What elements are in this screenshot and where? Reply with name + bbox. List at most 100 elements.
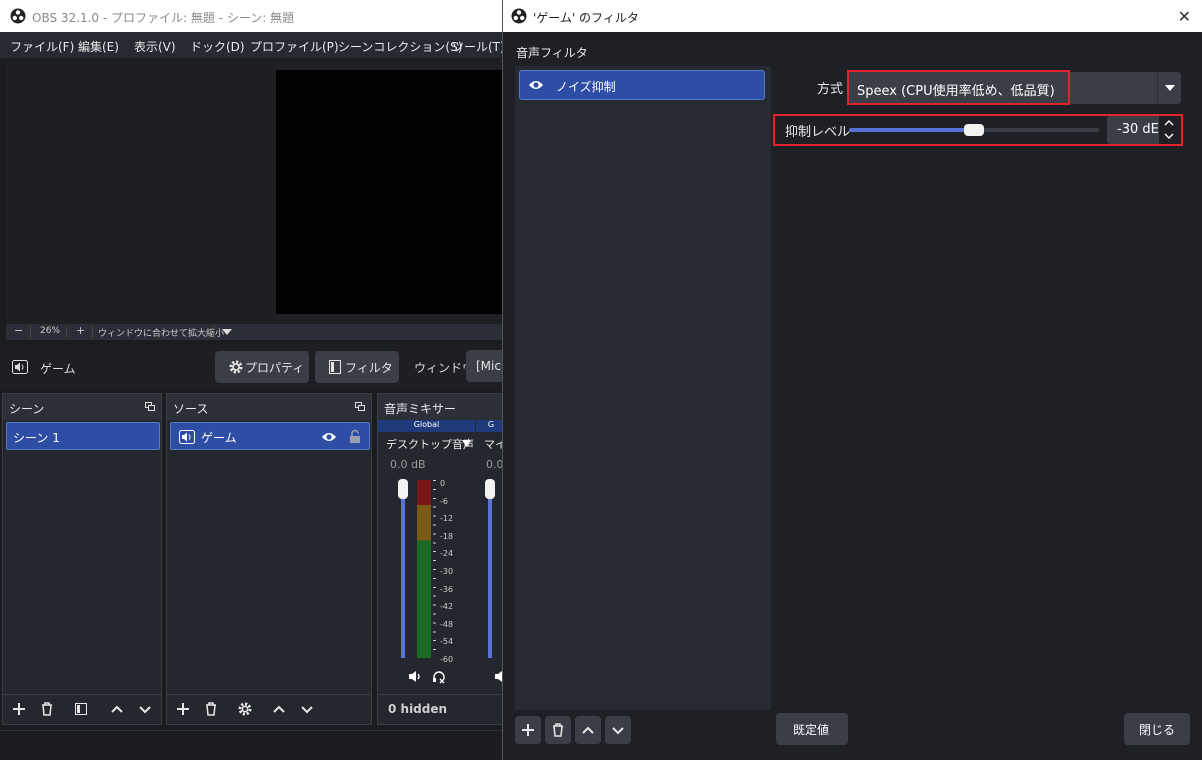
channel-name[interactable]: デスクトップ音声 <box>386 436 474 452</box>
menu-profile[interactable]: プロファイル(P) <box>250 38 339 55</box>
source-item-label: ゲーム <box>201 431 237 445</box>
undock-icon[interactable] <box>145 402 155 411</box>
zoom-fit-label[interactable]: ウィンドウに合わせて拡大縮小 <box>98 326 224 339</box>
move-filter-down-button[interactable] <box>605 716 631 744</box>
trash-icon[interactable] <box>203 701 219 717</box>
obs-logo-icon <box>511 8 527 24</box>
source-item[interactable]: ゲーム <box>170 422 370 450</box>
sources-dock-title: ソース <box>173 402 209 416</box>
filter-list: ノイズ抑制 <box>515 66 771 710</box>
zoom-out-button[interactable]: − <box>14 324 23 337</box>
lock-icon[interactable] <box>349 429 361 444</box>
source-context-bar: ゲーム プロパティ フィルタ ウィンドウ [Mic <box>0 344 510 390</box>
chevron-up-icon[interactable] <box>271 701 287 717</box>
close-button-label: 閉じる <box>1139 723 1176 737</box>
dialog-title: 'ゲーム' のフィルタ <box>533 11 639 25</box>
chevron-up-icon[interactable] <box>109 701 125 717</box>
filter-item[interactable]: ノイズ抑制 <box>519 70 765 100</box>
channel-header: Global <box>378 420 475 432</box>
sources-dock: ソース ゲーム <box>166 393 372 725</box>
window-label: ウィンドウ <box>414 361 475 375</box>
meter-scale-label: -54 <box>440 637 454 647</box>
menu-edit[interactable]: 編集(E) <box>78 38 119 55</box>
window-select-value: [Mic <box>476 359 501 373</box>
menu-dock[interactable]: ドック(D) <box>190 38 245 55</box>
zoom-bar: − 26% + ウィンドウに合わせて拡大縮小 <box>6 324 506 340</box>
status-bar <box>0 730 510 760</box>
meter-scale-label: -12 <box>440 514 454 524</box>
hidden-count[interactable]: 0 hidden <box>388 702 447 716</box>
meter-ticks <box>433 480 436 658</box>
menu-file[interactable]: ファイル(F) <box>10 38 74 55</box>
plus-icon[interactable] <box>11 701 27 717</box>
meter-scale-label: -48 <box>440 619 454 629</box>
filter-item-label: ノイズ抑制 <box>556 80 616 94</box>
speaker-icon[interactable] <box>408 670 422 683</box>
meter-scale-label: -60 <box>440 655 454 664</box>
volume-slider-knob[interactable] <box>398 479 408 499</box>
volume-track[interactable] <box>401 490 405 658</box>
plus-icon <box>522 724 534 736</box>
meter-scale-label: -24 <box>440 549 454 559</box>
zoom-in-button[interactable]: + <box>76 324 85 337</box>
headphone-icon[interactable] <box>432 670 446 684</box>
meter-scale-label: -18 <box>440 531 454 541</box>
chevron-down-icon[interactable] <box>299 701 315 717</box>
meter-scale-label: -6 <box>440 496 448 506</box>
audio-filters-label: 音声フィルタ <box>516 46 588 60</box>
close-button[interactable]: 閉じる <box>1124 713 1190 745</box>
filter-icon <box>329 360 341 374</box>
filter-dialog: 'ゲーム' のフィルタ ✕ 音声フィルタ ノイズ抑制 方式 Speex (CPU… <box>502 0 1202 760</box>
gear-icon <box>229 360 243 374</box>
close-icon[interactable]: ✕ <box>1178 7 1191 26</box>
defaults-button-label: 既定値 <box>793 723 830 737</box>
properties-button-label: プロパティ <box>245 361 305 375</box>
undock-icon[interactable] <box>355 402 365 411</box>
audio-mixer-dock: 音声ミキサー Global G デスクトップ音声 マイ 0.0 dB 0.0 0… <box>377 393 506 725</box>
meter-scale-label: -36 <box>440 584 454 594</box>
zoom-value: 26% <box>40 326 61 336</box>
volume-track[interactable] <box>488 490 492 658</box>
plus-icon[interactable] <box>175 701 191 717</box>
speaker-icon <box>179 430 195 444</box>
menu-view[interactable]: 表示(V) <box>134 38 176 55</box>
channel-db: 0.0 dB <box>390 458 426 471</box>
filters-button[interactable]: フィルタ <box>315 351 399 383</box>
chevron-down-icon <box>612 727 624 735</box>
scenes-dock: シーン シーン 1 <box>2 393 162 725</box>
meter-scale-label: -30 <box>440 567 454 576</box>
filter-icon[interactable] <box>73 701 89 717</box>
chevron-up-icon <box>582 726 594 734</box>
gear-icon[interactable] <box>237 701 253 717</box>
trash-icon[interactable] <box>39 701 55 717</box>
chevron-down-icon[interactable] <box>137 701 153 717</box>
preview-canvas[interactable] <box>276 70 506 314</box>
zoom-dropdown-icon[interactable] <box>222 328 232 336</box>
chevron-down-icon <box>1165 85 1175 91</box>
remove-filter-button[interactable] <box>545 716 571 744</box>
scene-item[interactable]: シーン 1 <box>6 422 160 450</box>
move-filter-up-button[interactable] <box>575 716 601 744</box>
obs-logo-icon <box>10 8 26 24</box>
speaker-icon <box>12 360 28 374</box>
menu-scene-collection[interactable]: シーンコレクション(S) <box>338 38 462 55</box>
scenes-dock-title: シーン <box>9 402 45 416</box>
properties-button[interactable]: プロパティ <box>215 351 309 383</box>
menu-tools[interactable]: ツール(T) <box>452 38 505 55</box>
volume-slider-knob[interactable] <box>485 479 495 499</box>
audio-meter <box>417 480 431 658</box>
main-window-title: OBS 32.1.0 - プロファイル: 無題 - シーン: 無題 <box>32 11 295 25</box>
scene-item-label: シーン 1 <box>13 431 60 445</box>
channel-db: 0.0 <box>486 458 504 471</box>
eye-icon[interactable] <box>321 431 337 443</box>
trash-icon <box>553 723 563 737</box>
defaults-button[interactable]: 既定値 <box>776 713 848 745</box>
chevron-down-icon[interactable] <box>462 440 471 447</box>
eye-icon[interactable] <box>528 79 544 91</box>
highlight-box <box>847 70 1070 105</box>
highlight-box <box>773 114 1183 146</box>
method-label: 方式 <box>817 82 844 97</box>
add-filter-button[interactable] <box>515 716 541 744</box>
dialog-titlebar: 'ゲーム' のフィルタ ✕ <box>503 0 1202 32</box>
meter-scale-label: 0 <box>440 479 446 488</box>
